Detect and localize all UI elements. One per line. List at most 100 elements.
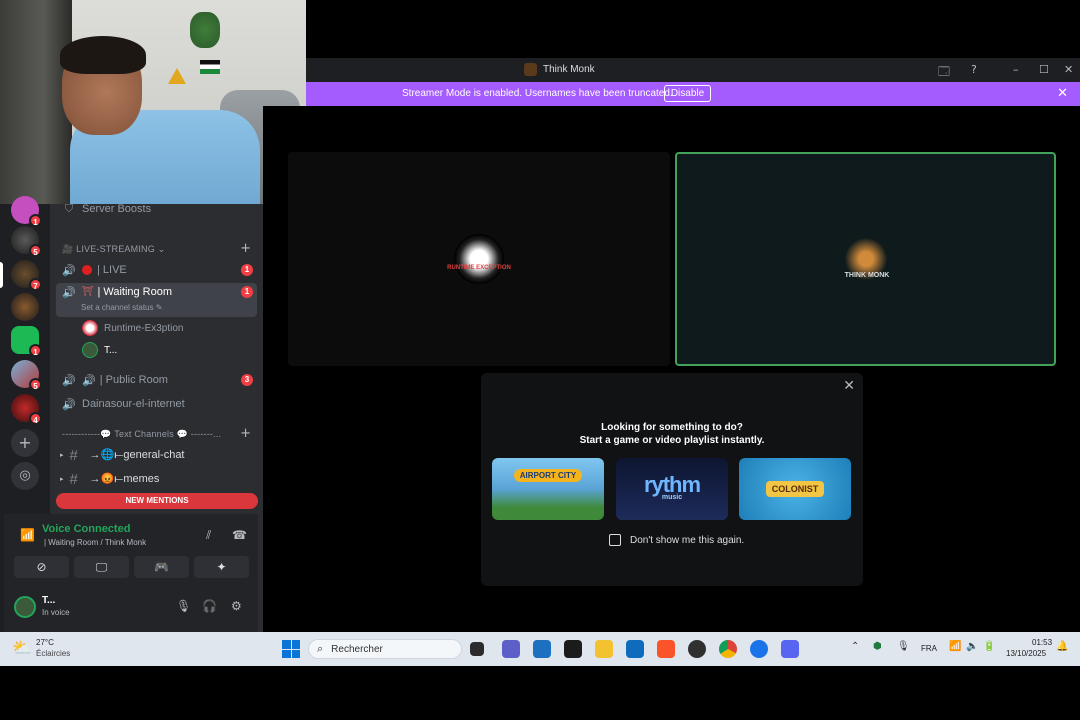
add-channel-icon[interactable]: + [240, 426, 251, 441]
participant-tile-runtime[interactable]: RUNTIME EXCEPTION [288, 152, 670, 366]
taskbar-search[interactable]: ⌕ Rechercher [308, 639, 462, 659]
dont-show-checkbox[interactable]: Don't show me this again. [609, 534, 744, 546]
store-icon[interactable] [533, 640, 551, 658]
help-icon[interactable]: ? [971, 63, 977, 76]
banner-message: Streamer Mode is enabled. Usernames have… [402, 88, 673, 99]
channel-dainasour[interactable]: 🔊 Dainasour-el-internet [56, 393, 257, 415]
wifi-icon[interactable]: 📶 [949, 641, 961, 652]
dropbox-icon[interactable] [564, 640, 582, 658]
server-icon[interactable]: 7 [11, 260, 42, 291]
server-badge: 1 [29, 214, 42, 227]
maximize-icon[interactable]: ☐ [1039, 63, 1049, 76]
noise-suppression-icon[interactable]: ⫽ [206, 528, 211, 543]
server-icon[interactable]: 5 [11, 226, 42, 257]
channel-live[interactable]: 🔊 | LIVE 1 [56, 259, 257, 281]
tray-expand-icon[interactable]: ⌃ [851, 641, 859, 652]
obs-icon[interactable] [688, 640, 706, 658]
unread-dot-icon: ▸ [60, 452, 64, 459]
settings-gear-icon[interactable]: ⚙ [231, 599, 242, 613]
start-windows-icon[interactable] [282, 640, 300, 658]
channel-status[interactable]: Set a channel status ✎ [81, 303, 162, 312]
voice-user[interactable]: Runtime-Ex3ption [82, 319, 183, 337]
clock-date[interactable]: 13/10/2025 [1006, 649, 1046, 658]
tray-app-icon[interactable]: ⬢ [873, 641, 882, 652]
server-icon[interactable]: 1 [11, 326, 42, 357]
voice-user[interactable]: T... [82, 341, 117, 359]
activity-card-colonist[interactable]: COLONIST [739, 458, 851, 520]
signal-icon[interactable]: 📶 [20, 528, 35, 542]
task-view-icon[interactable] [470, 642, 484, 656]
card-title: AIRPORT CITY [513, 468, 583, 482]
category-label: LIVE-STREAMING [76, 244, 155, 254]
participant-avatar [454, 234, 504, 284]
microphone-icon[interactable]: 🎙 [176, 599, 191, 613]
server-icon-think-monk[interactable] [11, 293, 39, 321]
screen-share-button[interactable]: 🖵 [74, 556, 129, 578]
server-badge: 5 [29, 378, 42, 391]
checkbox[interactable] [609, 534, 621, 546]
camera-button[interactable]: ⊘ [14, 556, 69, 578]
active-server-pill [0, 262, 3, 288]
window-titlebar: Think Monk 🗔 ? – ☐ ✕ [306, 58, 1080, 82]
user-name[interactable]: T... [42, 595, 55, 606]
brave-icon[interactable] [657, 640, 675, 658]
server-icon[interactable]: 1 [11, 196, 42, 227]
remote-desktop-icon[interactable] [626, 640, 644, 658]
dont-show-label: Don't show me this again. [630, 534, 745, 546]
participant-tile-think-monk[interactable]: THINK MONK [675, 152, 1056, 366]
webcam-plant [190, 12, 220, 48]
battery-icon[interactable]: 🔋 [983, 641, 995, 652]
voice-connected-title[interactable]: Voice Connected [42, 523, 130, 535]
gamepad-icon: 🎮 [154, 560, 169, 574]
window-title-label: Think Monk [543, 64, 595, 75]
new-mentions-button[interactable]: NEW MENTIONS [56, 493, 258, 509]
weather-icon[interactable]: ⛅ [12, 638, 32, 657]
clock-time[interactable]: 01:53 [1032, 638, 1052, 647]
weather-temp[interactable]: 27°C [36, 638, 54, 647]
stream-avatar-icon [524, 63, 537, 76]
avatar[interactable] [14, 596, 36, 618]
discover-icon[interactable]: ◎ [11, 462, 39, 490]
speaker-icon: 🔊 [62, 398, 76, 411]
close-window-icon[interactable]: ✕ [1064, 63, 1073, 76]
speaker-emoji-icon: 🔊 [82, 374, 96, 387]
server-icon[interactable]: 5 [11, 360, 42, 391]
activity-card-rythm[interactable]: rythm music [616, 458, 728, 520]
voice-connected-subtitle[interactable]: | Waiting Room / Think Monk [44, 538, 146, 547]
boost-icon: ⛉ [64, 202, 74, 215]
soundboard-button[interactable]: ✦ [194, 556, 249, 578]
disconnect-icon[interactable]: ☎ [232, 528, 247, 542]
chrome-icon[interactable] [719, 640, 737, 658]
server-badge: 1 [29, 344, 42, 357]
server-icon[interactable]: 4 [11, 394, 42, 425]
minimize-icon[interactable]: – [1013, 63, 1019, 76]
channel-public-room[interactable]: 🔊 🔊 | Public Room 3 [56, 369, 257, 391]
discord-icon[interactable] [781, 640, 799, 658]
channel-label: | Public Room [99, 374, 168, 386]
headphones-icon[interactable]: 🎧 [202, 599, 217, 613]
teams-icon[interactable] [502, 640, 520, 658]
notification-icon[interactable]: 🔔 [1056, 641, 1068, 652]
volume-icon[interactable]: 🔈 [966, 641, 978, 652]
activity-button[interactable]: 🎮 [134, 556, 189, 578]
inbox-icon[interactable]: 🗔 [938, 63, 950, 82]
category-text-channels[interactable]: ------------💬 Text Channels 💬 -------... [62, 429, 221, 440]
file-explorer-icon[interactable] [595, 640, 613, 658]
text-channel-general[interactable]: ▸ # →🌐⟝general-chat [60, 445, 185, 465]
text-channel-memes[interactable]: ▸ # →😡⟝memes [60, 469, 159, 489]
microphone-tray-icon[interactable]: 🎙 [897, 641, 910, 652]
add-channel-icon[interactable]: + [240, 241, 251, 256]
popup-close-icon[interactable]: ✕ [843, 378, 855, 394]
voice-user-name: Runtime-Ex3ption [104, 322, 184, 334]
activity-card-airport-city[interactable]: AIRPORT CITY [492, 458, 604, 520]
weather-desc[interactable]: Éclaircies [36, 649, 70, 658]
language-indicator[interactable]: FRA [921, 644, 937, 653]
banner-close-icon[interactable]: ✕ [1057, 86, 1068, 101]
disable-button[interactable]: Disable [664, 85, 711, 102]
category-live-streaming[interactable]: 🎥 LIVE-STREAMING ⌄ [62, 244, 165, 255]
add-server-icon[interactable]: + [11, 429, 39, 457]
server-boosts-row[interactable]: ⛉ Server Boosts [56, 198, 257, 220]
camera-off-icon: ⊘ [36, 560, 47, 574]
arc-browser-icon[interactable] [750, 640, 768, 658]
server-boosts-label: Server Boosts [82, 203, 152, 215]
